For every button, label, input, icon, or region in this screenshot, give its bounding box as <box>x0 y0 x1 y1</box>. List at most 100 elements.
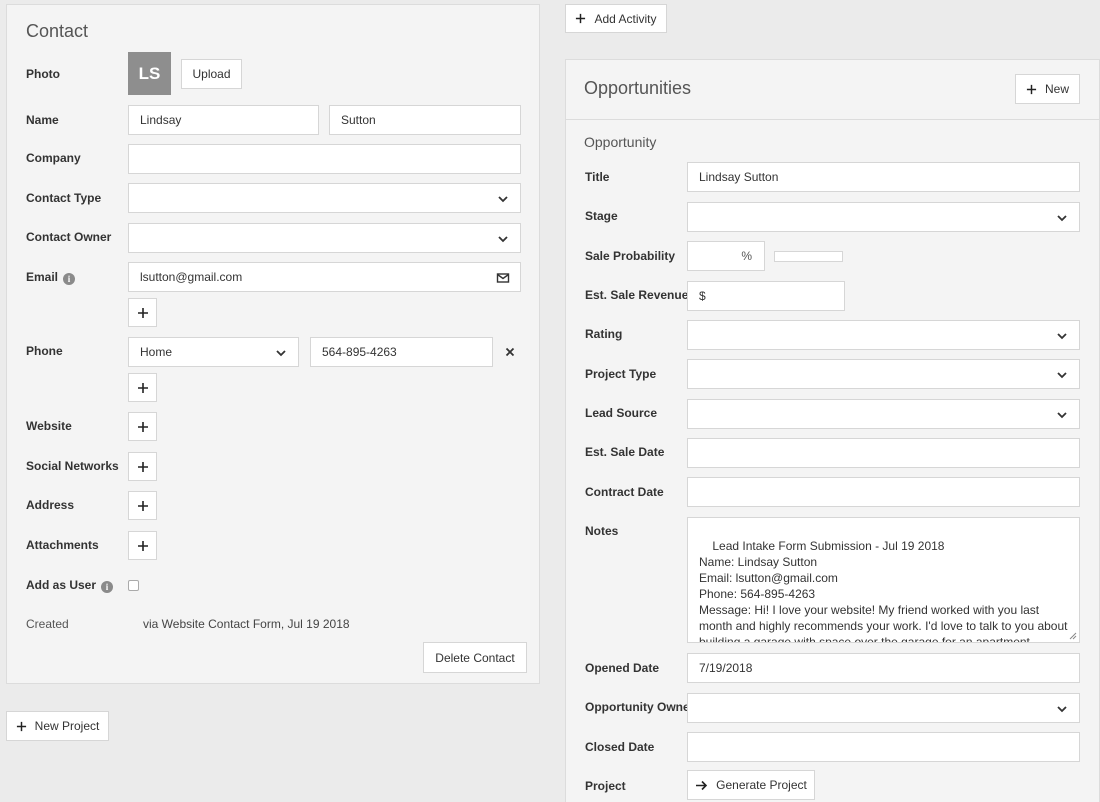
name-label: Name <box>26 113 59 127</box>
email-value: lsutton@gmail.com <box>140 270 243 284</box>
sale-probability-gauge <box>774 251 843 262</box>
created-value: via Website Contact Form, Jul 19 2018 <box>143 617 350 631</box>
stage-select[interactable] <box>687 202 1080 232</box>
phone-type-select[interactable]: Home <box>128 337 299 367</box>
last-name-field[interactable]: Sutton <box>329 105 521 135</box>
plus-icon <box>1026 84 1037 94</box>
email-field[interactable]: lsutton@gmail.com <box>128 262 521 292</box>
address-label: Address <box>26 498 75 512</box>
chevron-down-icon <box>1057 372 1067 379</box>
notes-label: Notes <box>585 524 619 538</box>
website-label: Website <box>26 419 72 433</box>
chevron-down-icon <box>1057 215 1067 222</box>
add-social-network-button[interactable] <box>128 452 157 481</box>
contact-title: Contact <box>26 21 89 41</box>
add-as-user-label: Add as User i <box>26 578 114 593</box>
social-networks-label: Social Networks <box>26 459 119 473</box>
arrow-right-icon <box>696 780 708 790</box>
resize-grip-icon[interactable] <box>1069 632 1077 640</box>
new-opportunity-button[interactable]: New <box>1015 74 1080 104</box>
add-activity-button[interactable]: Add Activity <box>565 4 667 33</box>
plus-icon <box>16 721 26 731</box>
lead-source-select[interactable] <box>687 399 1080 429</box>
add-phone-button[interactable] <box>128 373 157 402</box>
opened-date-label: Opened Date <box>585 661 660 675</box>
contact-owner-label: Contact Owner <box>26 230 112 244</box>
info-icon[interactable]: i <box>101 581 114 593</box>
rating-label: Rating <box>585 327 623 341</box>
est-sale-revenue-field[interactable]: $ <box>687 281 845 311</box>
phone-type-value: Home <box>140 345 173 359</box>
rating-select[interactable] <box>687 320 1080 350</box>
contact-type-select[interactable] <box>128 183 521 213</box>
opp-title-label: Title <box>585 170 610 184</box>
closed-date-field[interactable] <box>687 732 1080 762</box>
chevron-down-icon <box>1057 412 1067 419</box>
opportunity-owner-label: Opportunity Owner <box>585 700 695 714</box>
project-label: Project <box>585 779 626 793</box>
avatar: LS <box>128 52 171 95</box>
new-opportunity-label: New <box>1044 82 1069 96</box>
notes-text: Lead Intake Form Submission - Jul 19 201… <box>699 539 1068 643</box>
add-activity-label: Add Activity <box>594 11 657 26</box>
photo-label: Photo <box>26 67 60 81</box>
plus-icon <box>137 540 148 551</box>
contact-owner-select[interactable] <box>128 223 521 253</box>
chevron-down-icon <box>276 350 286 357</box>
opportunities-panel: Opportunities New Opportunity Title Lind… <box>565 59 1100 802</box>
chevron-down-icon <box>498 236 508 243</box>
contract-date-field[interactable] <box>687 477 1080 507</box>
plus-icon <box>137 500 148 511</box>
add-as-user-checkbox[interactable] <box>128 580 139 591</box>
phone-label: Phone <box>26 344 63 358</box>
new-project-label: New Project <box>34 719 100 733</box>
est-sale-revenue-label: Est. Sale Revenue <box>585 288 689 302</box>
contract-date-label: Contract Date <box>585 485 664 499</box>
remove-phone-icon[interactable] <box>505 347 515 357</box>
created-label: Created <box>26 617 69 631</box>
delete-contact-button[interactable]: Delete Contact <box>423 642 527 673</box>
chevron-down-icon <box>498 196 508 203</box>
opp-title-field[interactable]: Lindsay Sutton <box>687 162 1080 192</box>
company-field[interactable] <box>128 144 521 174</box>
add-email-button[interactable] <box>128 298 157 327</box>
envelope-icon[interactable] <box>496 271 510 285</box>
closed-date-label: Closed Date <box>585 740 655 754</box>
currency-prefix: $ <box>699 289 706 303</box>
chevron-down-icon <box>1057 333 1067 340</box>
new-project-button[interactable]: New Project <box>6 711 109 741</box>
percent-unit: % <box>741 249 752 263</box>
opened-date-field[interactable]: 7/19/2018 <box>687 653 1080 683</box>
divider <box>566 119 1099 120</box>
first-name-field[interactable]: Lindsay <box>128 105 319 135</box>
email-label-text: Email <box>26 270 59 284</box>
est-sale-date-label: Est. Sale Date <box>585 445 665 459</box>
generate-project-label: Generate Project <box>716 778 807 792</box>
add-attachment-button[interactable] <box>128 531 157 560</box>
company-label: Company <box>26 151 81 165</box>
plus-icon <box>137 382 148 393</box>
phone-number-field[interactable]: 564-895-4263 <box>310 337 493 367</box>
plus-icon <box>137 461 148 472</box>
contact-panel: Contact Photo LS Upload Name Lindsay Sut… <box>6 4 540 684</box>
opportunity-section-title: Opportunity <box>584 134 657 150</box>
upload-button[interactable]: Upload <box>181 59 242 89</box>
project-type-select[interactable] <box>687 359 1080 389</box>
info-icon[interactable]: i <box>63 273 76 285</box>
attachments-label: Attachments <box>26 538 99 552</box>
stage-label: Stage <box>585 209 618 223</box>
email-label: Email i <box>26 270 76 285</box>
notes-textarea[interactable]: Lead Intake Form Submission - Jul 19 201… <box>687 517 1080 643</box>
sale-probability-field[interactable]: % <box>687 241 765 271</box>
plus-icon <box>137 307 148 318</box>
add-website-button[interactable] <box>128 412 157 441</box>
est-sale-date-field[interactable] <box>687 438 1080 468</box>
add-address-button[interactable] <box>128 491 157 520</box>
plus-icon <box>137 421 148 432</box>
opportunity-owner-select[interactable] <box>687 693 1080 723</box>
plus-icon <box>576 13 586 24</box>
sale-probability-label: Sale Probability <box>585 249 676 263</box>
generate-project-button[interactable]: Generate Project <box>687 770 815 800</box>
lead-source-label: Lead Source <box>585 406 658 420</box>
opportunities-title: Opportunities <box>584 78 692 98</box>
